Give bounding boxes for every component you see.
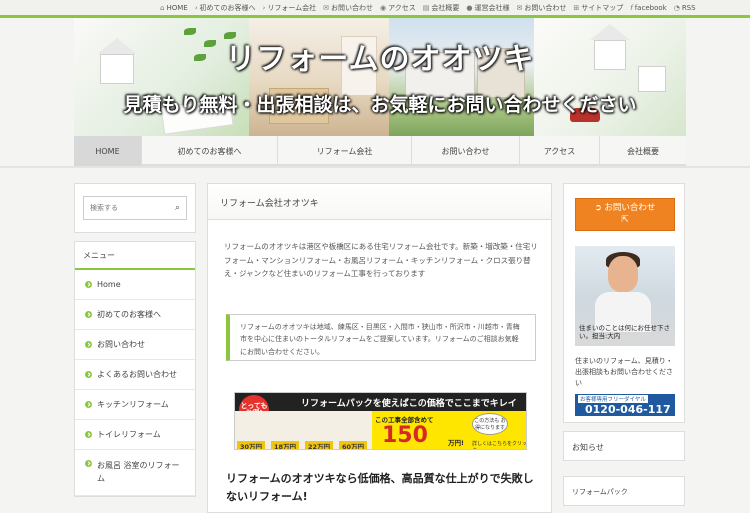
menu-item-label: キッチンリフォーム (97, 400, 169, 409)
banner-price-photos: 30万円 18万円 22万円 60万円 (235, 411, 372, 449)
arrow-circle-icon (85, 281, 92, 288)
banner-total-price: 150 (382, 423, 428, 448)
search-icon[interactable]: ⌕ (175, 203, 180, 213)
menu-item-home[interactable]: Home (75, 270, 195, 300)
left-sidebar: 検索する ⌕ メニュー Home 初めてのお客様へ お問い合わせ よくあるお問い… (74, 183, 196, 497)
free-dial-label: お客様専用フリーダイヤル (578, 394, 648, 403)
contact-button-label: お問い合わせ (604, 203, 656, 213)
banner-click-link[interactable]: 詳しくはこちらをクリック (472, 440, 526, 449)
menu-item-toilet[interactable]: トイレリフォーム (75, 420, 195, 450)
arrow-circle-icon (85, 341, 92, 348)
home-icon: ⌂ (160, 4, 165, 12)
menu-item-label: お問い合わせ (97, 340, 145, 349)
arrow-circle-icon (85, 311, 92, 318)
staff-caption: 住まいのことは何にお任せ下さい。担当:大内 (579, 324, 670, 341)
global-nav: HOME 初めてのお客様へ リフォーム会社 お問い合わせ アクセス 会社概要 (74, 136, 686, 166)
contact-button[interactable]: ➲ お問い合わせ ⇱ (575, 198, 675, 231)
staff-photo: 住まいのことは何にお任せ下さい。担当:大内 (575, 246, 675, 346)
main-content: リフォーム会社オオツキ リフォームのオオツキは港区や板橋区にある住宅リフォーム会… (207, 183, 552, 513)
arrow-circle-icon: ➲ (594, 203, 602, 213)
banner-total-panel: この工事全部含めて 150 万円! この方法も お得になります 詳しくはこちらを… (372, 411, 526, 449)
arrow-circle-icon (85, 371, 92, 378)
banner-note-bubble: この方法も お得になります (472, 413, 508, 435)
topnav-facebook[interactable]: f facebook (630, 3, 666, 13)
menu-item-label: よくあるお問い合わせ (97, 370, 177, 379)
top-utility-bar: ⌂ HOME › 初めてのお客様へ › リフォーム会社 ✉ お問い合わせ ◉ アクセス ▤… (0, 0, 750, 18)
menu-item-bath[interactable]: お風呂 浴室のリフォーム (75, 450, 195, 496)
intro-text: リフォームのオオツキは港区や板橋区にある住宅リフォーム会社です。新築・増改築・住… (224, 242, 538, 278)
facebook-icon: f (630, 4, 633, 12)
service-area-quote: リフォームのオオツキは地域、練馬区・目黒区・入間市・狭山市・所沢市・川越市・青梅… (226, 314, 536, 361)
menu-item-kitchen[interactable]: キッチンリフォーム (75, 390, 195, 420)
banner-total-unit: 万円! (448, 439, 464, 447)
search-input[interactable]: 検索する ⌕ (83, 196, 187, 220)
arrow-circle-icon (85, 460, 92, 467)
contact-description: 住まいのリフォーム、見積り・出張相談もお問い合わせください (575, 357, 673, 388)
reform-pack-widget-title: リフォームパック (563, 476, 685, 506)
side-menu-title: メニュー (75, 242, 195, 270)
staff-face (608, 256, 638, 292)
external-link-icon: ⇱ (621, 215, 629, 226)
free-dial-banner[interactable]: お客様専用フリーダイヤル 0120-046-117 (575, 393, 675, 416)
free-dial-number: 0120-046-117 (585, 402, 671, 416)
menu-item-label: お風呂 浴室のリフォーム (97, 461, 180, 483)
search-box: 検索する ⌕ (74, 183, 196, 233)
topnav-operator[interactable]: ● 運営会社様 (466, 3, 509, 13)
topnav-inquiry[interactable]: ✉ お問い合わせ (517, 3, 567, 13)
banner-headline: リフォームパックを使えばこの価格でここまでキレイに! (235, 393, 526, 422)
arrow-circle-icon (85, 401, 92, 408)
menu-item-label: トイレリフォーム (97, 430, 161, 439)
topnav-rss[interactable]: ◔ RSS (674, 3, 696, 13)
gnav-company[interactable]: リフォーム会社 (278, 136, 412, 166)
banner-price: 18万円 (271, 441, 300, 449)
menu-item-faq[interactable]: よくあるお問い合わせ (75, 360, 195, 390)
banner-price: 60万円 (339, 441, 368, 449)
rss-icon: ◔ (673, 4, 680, 12)
topnav-home[interactable]: ⌂ HOME (160, 3, 188, 13)
side-menu: メニュー Home 初めてのお客様へ お問い合わせ よくあるお問い合わせ キッチ… (74, 241, 196, 497)
menu-item-label: 初めてのお客様へ (97, 310, 161, 319)
menu-item-first-time[interactable]: 初めてのお客様へ (75, 300, 195, 330)
mail-icon: ✉ (516, 4, 523, 12)
gnav-first-time[interactable]: 初めてのお客様へ (142, 136, 278, 166)
banner-price: 22万円 (305, 441, 334, 449)
topnav-sitemap[interactable]: ⊞ サイトマップ (573, 3, 623, 13)
menu-item-label: Home (97, 280, 121, 289)
user-icon: ● (466, 4, 473, 12)
mail-icon: ✉ (323, 4, 329, 12)
gnav-contact[interactable]: お問い合わせ (412, 136, 520, 166)
topnav-access[interactable]: ◉ アクセス (380, 3, 416, 13)
topnav-first[interactable]: › 初めてのお客様へ (195, 3, 256, 13)
topnav-company[interactable]: › リフォーム会社 (263, 3, 317, 13)
gnav-home[interactable]: HOME (74, 136, 142, 166)
news-widget-title: お知らせ (563, 431, 685, 461)
topnav-about[interactable]: ▤ 会社概要 (423, 3, 460, 13)
sitemap-icon: ⊞ (573, 4, 580, 12)
chevron-right-icon: › (194, 4, 198, 12)
header-banner[interactable]: リフォームのオオツキ 見積もり無料・出張相談は、お気軽にお問い合わせください (74, 18, 686, 136)
site-title: リフォームのオオツキ (225, 42, 535, 77)
banner-price: 30万円 (237, 441, 266, 449)
reform-pack-banner[interactable]: リフォームパックを使えばこの価格でここまでキレイに! とっても お得! 30万円… (234, 392, 527, 450)
contact-widget: ➲ お問い合わせ ⇱ 住まいのことは何にお任せ下さい。担当:大内 住まいのリフォ… (563, 183, 685, 423)
search-placeholder: 検索する (90, 204, 118, 212)
gnav-about[interactable]: 会社概要 (600, 136, 686, 166)
menu-item-contact[interactable]: お問い合わせ (75, 330, 195, 360)
arrow-circle-icon (85, 431, 92, 438)
top-utility-nav: ⌂ HOME › 初めてのお客様へ › リフォーム会社 ✉ お問い合わせ ◉ アクセス ▤… (160, 3, 696, 13)
gnav-access[interactable]: アクセス (520, 136, 600, 166)
main-heading: リフォーム会社オオツキ (208, 184, 551, 220)
pin-icon: ◉ (380, 4, 387, 12)
document-icon: ▤ (422, 4, 430, 12)
right-sidebar: ➲ お問い合わせ ⇱ 住まいのことは何にお任せ下さい。担当:大内 住まいのリフォ… (563, 183, 685, 506)
site-tagline: 見積もり無料・出張相談は、お気軽にお問い合わせください (123, 94, 637, 116)
topnav-contact[interactable]: ✉ お問い合わせ (323, 3, 373, 13)
nav-divider (0, 166, 750, 168)
chevron-right-icon: › (262, 4, 266, 12)
